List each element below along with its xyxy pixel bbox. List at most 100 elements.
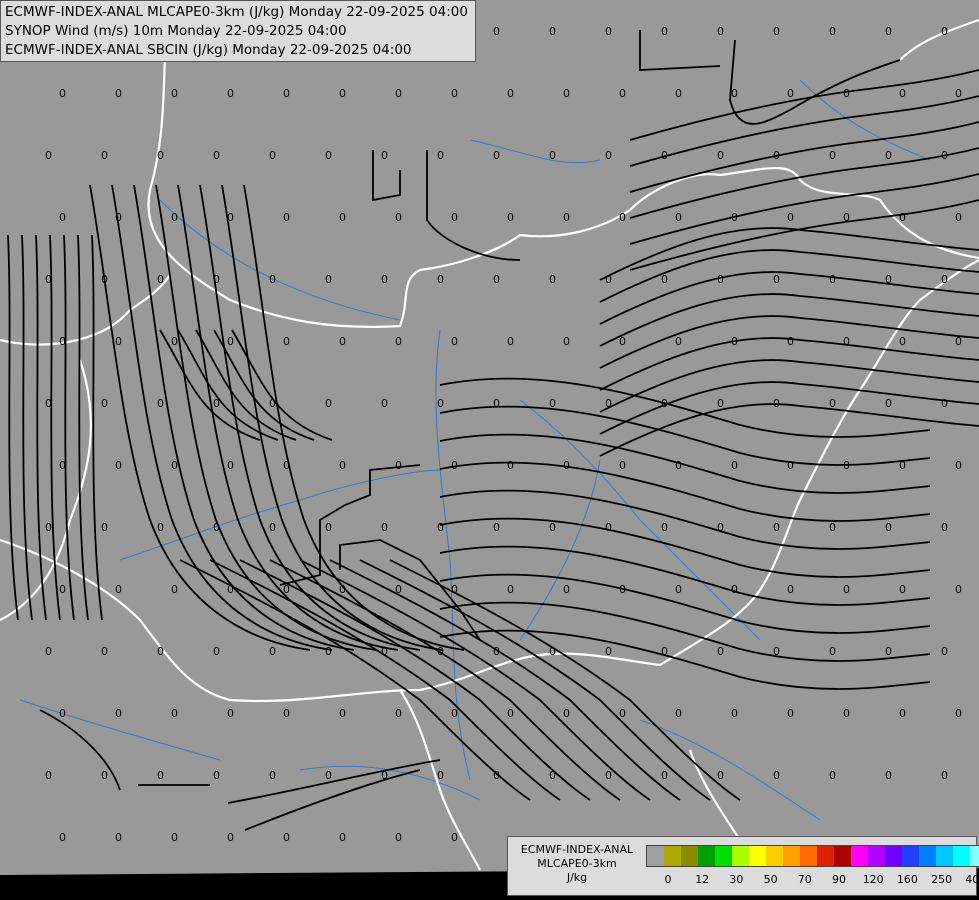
station-value-label: 0: [675, 335, 682, 348]
station-value-label: 0: [283, 707, 290, 720]
station-value-label: 0: [325, 149, 332, 162]
station-value-label: 0: [829, 521, 836, 534]
station-value-label: 0: [227, 87, 234, 100]
station-value-label: 0: [213, 521, 220, 534]
station-value-label: 0: [339, 211, 346, 224]
station-value-label: 0: [955, 87, 962, 100]
legend-swatch: [970, 846, 979, 866]
station-value-label: 0: [885, 769, 892, 782]
station-value-label: 0: [493, 25, 500, 38]
station-value-label: 0: [787, 87, 794, 100]
station-value-label: 0: [661, 149, 668, 162]
station-value-label: 0: [675, 87, 682, 100]
station-value-label: 0: [899, 459, 906, 472]
station-value-label: 0: [395, 831, 402, 844]
station-value-label: 0: [451, 583, 458, 596]
legend-tick-label: 120: [862, 873, 884, 886]
station-value-label: 0: [717, 521, 724, 534]
station-value-label: 0: [45, 397, 52, 410]
station-value-label: 0: [507, 211, 514, 224]
station-value-label: 0: [675, 583, 682, 596]
station-value-label: 0: [339, 335, 346, 348]
station-value-label: 0: [619, 211, 626, 224]
station-value-label: 0: [619, 583, 626, 596]
legend-swatch: [919, 846, 936, 866]
station-value-label: 0: [269, 397, 276, 410]
station-value-label: 0: [843, 87, 850, 100]
station-value-label: 0: [213, 769, 220, 782]
legend-tick-label: 160: [896, 873, 918, 886]
legend-swatch: [834, 846, 851, 866]
station-value-label: 0: [59, 87, 66, 100]
station-value-label: 0: [171, 459, 178, 472]
station-value-label: 0: [605, 149, 612, 162]
station-value-label: 0: [885, 273, 892, 286]
station-value-label: 0: [731, 87, 738, 100]
station-value-label: 0: [829, 149, 836, 162]
station-value-label: 0: [563, 707, 570, 720]
station-value-label: 0: [115, 459, 122, 472]
station-value-label: 0: [101, 769, 108, 782]
station-value-label: 0: [101, 521, 108, 534]
station-value-label: 0: [899, 707, 906, 720]
station-value-label: 0: [773, 645, 780, 658]
station-value-label: 0: [941, 149, 948, 162]
legend-tick-label: 30: [729, 873, 744, 886]
weather-map: 0 0 0 0 0 0 0 0 0 0 0 0 0 0 0 0 0 0 0 0 0 0 0 0 0 0 0 0 0 0 0 0 0 0 0 0 0 0 0 0…: [0, 0, 979, 900]
station-value-label: 0: [213, 645, 220, 658]
station-value-label: 0: [549, 273, 556, 286]
station-value-label: 0: [283, 335, 290, 348]
station-value-label: 0: [843, 335, 850, 348]
station-value-label: 0: [507, 707, 514, 720]
legend-tick-label: 50: [763, 873, 778, 886]
legend-swatch: [664, 846, 681, 866]
station-value-label: 0: [171, 831, 178, 844]
station-value-label: 0: [661, 273, 668, 286]
legend-swatch: [715, 846, 732, 866]
station-value-label: 0: [955, 335, 962, 348]
station-value-label: 0: [339, 459, 346, 472]
station-value-label: 0: [899, 87, 906, 100]
station-value-label: 0: [955, 459, 962, 472]
station-value-label: 0: [157, 397, 164, 410]
station-value-label: 0: [395, 211, 402, 224]
station-value-label: 0: [605, 273, 612, 286]
station-value-label: 0: [941, 769, 948, 782]
station-value-label: 0: [829, 645, 836, 658]
station-value-label: 0: [661, 645, 668, 658]
station-value-label: 0: [731, 335, 738, 348]
station-value-label: 0: [339, 831, 346, 844]
legend-tick-label: 70: [797, 873, 812, 886]
legend-tick-label: 12: [695, 873, 710, 886]
station-value-label: 0: [773, 25, 780, 38]
station-value-label: 0: [395, 335, 402, 348]
legend-swatches: [646, 845, 979, 867]
station-value-label: 0: [213, 273, 220, 286]
station-value-label: 0: [451, 211, 458, 224]
station-value-label: 0: [269, 273, 276, 286]
station-value-label: 0: [283, 211, 290, 224]
station-value-label: 0: [451, 87, 458, 100]
station-value-label: 0: [45, 645, 52, 658]
station-value-label: 0: [59, 335, 66, 348]
station-value-label: 0: [493, 521, 500, 534]
station-value-label: 0: [325, 521, 332, 534]
station-value-label: 0: [171, 707, 178, 720]
station-value-label: 0: [563, 583, 570, 596]
station-value-label: 0: [115, 87, 122, 100]
station-value-label: 0: [59, 459, 66, 472]
station-value-label: 0: [59, 583, 66, 596]
legend-tick-label: 0: [664, 873, 672, 886]
station-value-label: 0: [885, 397, 892, 410]
station-value-label: 0: [101, 397, 108, 410]
station-value-label: 0: [549, 149, 556, 162]
station-value-label: 0: [717, 149, 724, 162]
station-value-label: 0: [493, 397, 500, 410]
station-value-label: 0: [381, 521, 388, 534]
station-value-label: 0: [227, 459, 234, 472]
station-value-label: 0: [437, 397, 444, 410]
station-value-label: 0: [955, 707, 962, 720]
station-value-label: 0: [773, 397, 780, 410]
station-value-label: 0: [605, 645, 612, 658]
station-value-label: 0: [773, 273, 780, 286]
